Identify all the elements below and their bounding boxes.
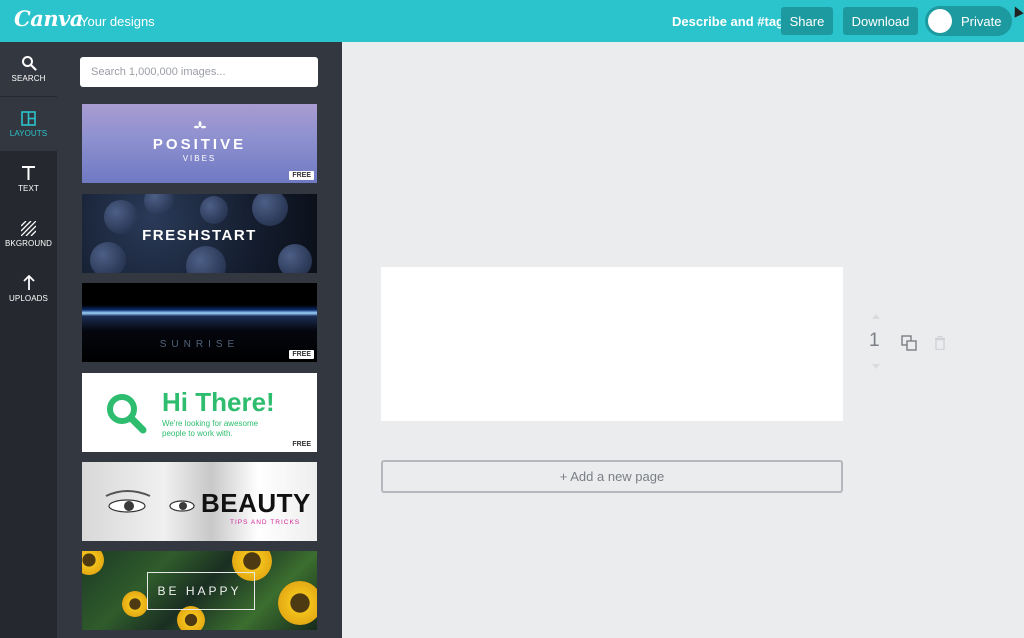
layout-subtitle: VIBES: [182, 154, 217, 163]
layout-subtitle: We're looking for awesome people to work…: [162, 419, 259, 438]
nav-item-text[interactable]: TEXT: [0, 152, 57, 206]
page-number: 1: [869, 330, 880, 351]
layouts-panel: POSITIVE VIBES FREE FRESHSTART SUNRISE F…: [57, 42, 342, 638]
layout-title: POSITIVE: [152, 136, 247, 153]
add-new-page-button[interactable]: + Add a new page: [381, 460, 843, 493]
nav-item-layouts[interactable]: LAYOUTS: [0, 97, 57, 151]
nav-item-uploads[interactable]: UPLOADS: [0, 262, 57, 316]
magnifier-icon: [107, 394, 147, 434]
blueberry-graphic: [90, 242, 126, 273]
leaf-ornament-icon: [194, 121, 206, 129]
privacy-toggle[interactable]: Private: [925, 6, 1012, 36]
blueberry-graphic: [278, 244, 312, 273]
layout-thumbnail-be-happy[interactable]: BE HAPPY: [82, 551, 317, 630]
layout-title: FRESHSTART: [142, 227, 257, 244]
privacy-label: Private: [961, 13, 1002, 29]
nav-item-label: UPLOADS: [9, 294, 48, 303]
layout-title: Hi There!: [162, 387, 275, 417]
layout-title: SUNRISE: [159, 339, 240, 350]
face-graphic: [105, 490, 195, 513]
layout-thumbnail-positive-vibes[interactable]: POSITIVE VIBES FREE: [82, 104, 317, 183]
nav-item-label: TEXT: [18, 184, 39, 193]
text-icon: [22, 166, 35, 180]
blueberry-graphic: [144, 194, 174, 216]
left-nav: SEARCH LAYOUTS TEXT BKGROUND UPLOADS: [0, 42, 57, 638]
share-button[interactable]: Share: [781, 7, 833, 35]
blueberry-graphic: [252, 194, 288, 226]
layout-thumbnail-sunrise[interactable]: SUNRISE FREE: [82, 283, 317, 362]
layout-title: BE HAPPY: [157, 584, 242, 598]
search-icon: [21, 56, 37, 71]
background-icon: [21, 220, 36, 236]
toggle-knob: [928, 9, 952, 33]
your-designs-link[interactable]: Your designs: [80, 14, 155, 29]
layout-thumbnail-beauty[interactable]: BEAUTY TIPS AND TRICKS: [82, 462, 317, 541]
duplicate-page-icon[interactable]: [901, 335, 917, 351]
top-bar: Canva Your designs Describe and #tag Sha…: [0, 0, 1024, 42]
sunflower-graphic: [82, 551, 104, 575]
design-page-canvas[interactable]: [381, 267, 843, 421]
free-badge: FREE: [289, 171, 314, 180]
download-button[interactable]: Download: [843, 7, 918, 35]
nav-item-search[interactable]: SEARCH: [0, 42, 57, 96]
canva-logo[interactable]: Canva: [14, 6, 83, 31]
nav-item-label: LAYOUTS: [9, 128, 48, 138]
layouts-icon: [21, 110, 36, 126]
move-page-down-icon[interactable]: [872, 364, 880, 369]
move-page-up-icon[interactable]: [872, 314, 880, 319]
mouse-cursor-icon: [1010, 4, 1024, 18]
layout-subtitle: TIPS AND TRICKS: [230, 519, 301, 526]
describe-and-tag-link[interactable]: Describe and #tag: [672, 14, 784, 29]
free-badge: FREE: [289, 440, 314, 449]
upload-icon: [22, 275, 35, 290]
blueberry-graphic: [186, 246, 226, 273]
nav-item-label: BKGROUND: [4, 238, 53, 248]
delete-page-icon[interactable]: [934, 336, 946, 350]
image-search-input[interactable]: [80, 57, 318, 87]
free-badge: FREE: [289, 350, 314, 359]
nav-item-background[interactable]: BKGROUND: [0, 207, 57, 261]
blueberry-graphic: [200, 196, 228, 224]
nav-item-label: SEARCH: [11, 74, 46, 83]
layout-title: BEAUTY: [201, 488, 311, 518]
layout-thumbnail-hi-there[interactable]: Hi There! We're looking for awesome peop…: [82, 373, 317, 452]
layout-thumbnail-fresh-start[interactable]: FRESHSTART: [82, 194, 317, 273]
